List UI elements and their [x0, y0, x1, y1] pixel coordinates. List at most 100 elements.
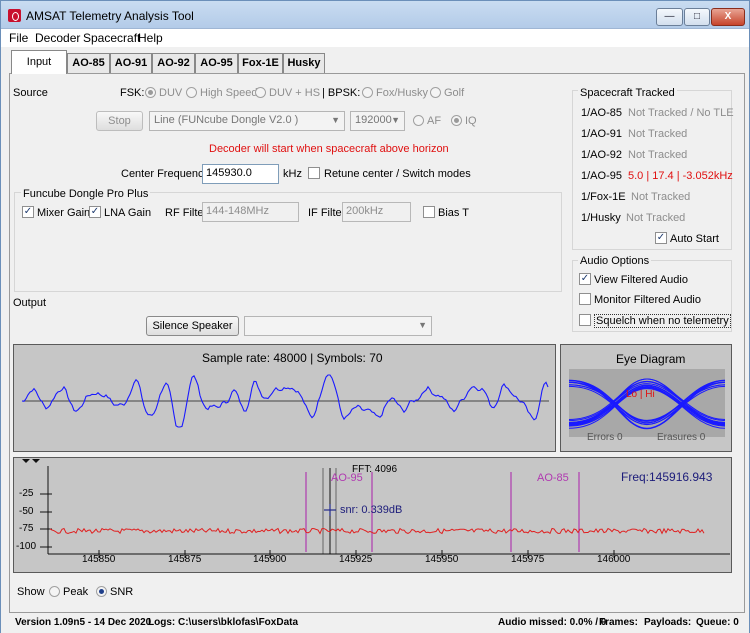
stop-button[interactable]: Stop: [96, 111, 143, 131]
minimize-button[interactable]: —: [656, 8, 683, 26]
fft-x-tick-label: 146000: [597, 554, 631, 565]
eye-center-label: Lo | Hi: [626, 389, 655, 400]
output-device-combo[interactable]: ▼: [244, 316, 432, 336]
fft-trace: [49, 527, 705, 535]
fft-y-tick-label: -50: [19, 506, 34, 517]
rf-filter-label: RF Filter: [165, 207, 208, 219]
collapse-arrow-icon: [32, 459, 40, 463]
input-panel: Source FSK: DUV High Speed DUV + HS | BP…: [9, 73, 745, 613]
frames-status: Frames:: [599, 617, 638, 628]
show-label: Show: [17, 586, 45, 598]
fft-y-tick-label: -100: [16, 541, 37, 552]
fft-frequency-readout: Freq:145916.943: [621, 470, 713, 484]
tab-ao-92[interactable]: AO-92: [152, 53, 195, 73]
spacecraft-status: Not Tracked: [628, 149, 688, 161]
eye-erasures-label: Erasures 0: [657, 432, 706, 443]
mixer-gain-checkbox[interactable]: ✓: [22, 206, 34, 218]
center-frequency-input[interactable]: 145930.0: [202, 164, 279, 184]
iq-label: IQ: [465, 115, 477, 127]
squelch-checkbox[interactable]: [579, 314, 591, 326]
menu-bar: File Decoder Spacecraft Help: [1, 29, 749, 47]
waveform-svg: [21, 374, 549, 428]
squelch-label: Squelch when no telemetry: [594, 314, 731, 328]
close-button[interactable]: X: [711, 8, 745, 26]
fft-plot: FFT: 4096 AO-95 AO-85 Freq:145916.943 sn…: [13, 457, 732, 573]
decoder-status-message: Decoder will start when spacecraft above…: [209, 143, 449, 155]
show-snr-radio[interactable]: [96, 586, 107, 597]
iq-radio[interactable]: [451, 115, 462, 126]
bias-t-checkbox[interactable]: [423, 206, 435, 218]
tab-ao-91[interactable]: AO-91: [110, 53, 152, 73]
chevron-down-icon: ▼: [391, 115, 400, 125]
silence-speaker-button[interactable]: Silence Speaker: [146, 316, 239, 336]
auto-start-checkbox[interactable]: ✓: [655, 232, 667, 244]
spacecraft-name: 1/AO-91: [581, 128, 622, 140]
lna-gain-checkbox[interactable]: ✓: [89, 206, 101, 218]
spacecraft-status: Not Tracked: [631, 191, 691, 203]
menu-decoder[interactable]: Decoder: [35, 31, 80, 45]
fsk-highspeed-radio[interactable]: [186, 87, 197, 98]
tab-input[interactable]: Input: [11, 50, 67, 74]
fsk-highspeed-label: High Speed: [200, 87, 258, 99]
show-peak-radio[interactable]: [49, 586, 60, 597]
auto-start-label: Auto Start: [670, 233, 719, 245]
spacecraft-status: Not Tracked / No TLE: [628, 107, 734, 119]
source-combo-value: Line (FUNcube Dongle V2.0 ): [154, 114, 299, 126]
fsk-duv-label: DUV: [159, 87, 183, 99]
af-radio[interactable]: [413, 115, 424, 126]
fft-y-tick-label: -25: [19, 488, 34, 499]
app-window: AMSAT Telemetry Analysis Tool — □ X File…: [0, 0, 750, 633]
tab-husky[interactable]: Husky: [283, 53, 325, 73]
mixer-gain-label: Mixer Gain: [37, 207, 91, 219]
fft-x-tick-label: 145950: [425, 554, 459, 565]
spacecraft-status: Not Tracked: [626, 212, 686, 224]
fft-x-tick-label: 145850: [82, 554, 116, 565]
collapse-arrow-icon: [22, 459, 30, 463]
lna-gain-label: LNA Gain: [104, 207, 152, 219]
sample-rate-combo[interactable]: 192000 ▼: [350, 111, 405, 131]
menu-help[interactable]: Help: [138, 31, 163, 45]
fft-x-tick-label: 145925: [339, 554, 373, 565]
monitor-filtered-audio-label: Monitor Filtered Audio: [594, 294, 701, 306]
spacecraft-name: 1/AO-92: [581, 149, 622, 161]
bpsk-foxhusky-label: Fox/Husky: [376, 87, 428, 99]
if-filter-input[interactable]: 200kHz: [342, 202, 411, 222]
tab-fox-1e[interactable]: Fox-1E: [238, 53, 283, 73]
menu-spacecraft[interactable]: Spacecraft: [83, 31, 140, 45]
center-frequency-label: Center Frequency: [121, 168, 210, 180]
khz-label: kHz: [283, 168, 302, 180]
amsat-logo-icon: [8, 9, 21, 22]
title-bar[interactable]: AMSAT Telemetry Analysis Tool — □ X: [1, 1, 749, 29]
tab-ao-95[interactable]: AO-95: [195, 53, 238, 73]
retune-checkbox[interactable]: [308, 167, 320, 179]
ao85-marker-label: AO-85: [537, 472, 569, 484]
bpsk-foxhusky-radio[interactable]: [362, 87, 373, 98]
audio-missed-status: Audio missed: 0.0% / 0: [498, 617, 607, 628]
maximize-button[interactable]: □: [684, 8, 710, 26]
fsk-duv-hs-radio[interactable]: [255, 87, 266, 98]
fft-x-tick-label: 145975: [511, 554, 545, 565]
fft-y-tick-label: -75: [19, 523, 34, 534]
window-title: AMSAT Telemetry Analysis Tool: [26, 9, 194, 23]
spacecraft-name: 1/Husky: [581, 212, 621, 224]
version-status: Version 1.09n5 - 14 Dec 2020: [15, 617, 152, 628]
view-filtered-audio-label: View Filtered Audio: [594, 274, 688, 286]
fft-x-tick-label: 145875: [168, 554, 202, 565]
funcube-group-title: Funcube Dongle Pro Plus: [21, 188, 151, 200]
source-combo[interactable]: Line (FUNcube Dongle V2.0 ) ▼: [149, 111, 345, 131]
source-label: Source: [13, 87, 48, 99]
view-filtered-audio-checkbox[interactable]: ✓: [579, 273, 591, 285]
monitor-filtered-audio-checkbox[interactable]: [579, 293, 591, 305]
if-filter-label: IF Filter: [308, 207, 346, 219]
spacecraft-tracked-title: Spacecraft Tracked: [578, 87, 677, 99]
bpsk-golf-label: Golf: [444, 87, 465, 99]
fsk-duv-radio[interactable]: [145, 87, 156, 98]
spacecraft-status-active: 5.0 | 17.4 | -3.052kHz: [628, 170, 733, 182]
eye-errors-label: Errors 0: [587, 432, 623, 443]
bpsk-golf-radio[interactable]: [430, 87, 441, 98]
tab-ao-85[interactable]: AO-85: [67, 53, 110, 73]
menu-file[interactable]: File: [9, 31, 28, 45]
show-snr-label: SNR: [110, 586, 134, 598]
retune-label: Retune center / Switch modes: [324, 168, 471, 180]
rf-filter-input[interactable]: 144-148MHz: [202, 202, 299, 222]
